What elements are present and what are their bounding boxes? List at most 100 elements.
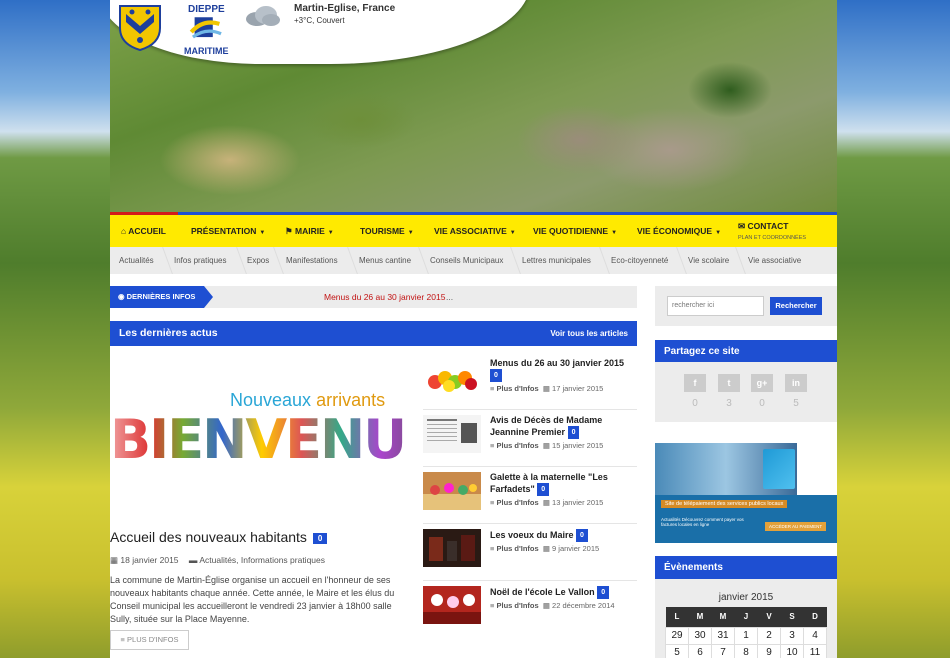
calendar-day[interactable]: 8 [734, 643, 758, 658]
ad-subtitle: Actualités Découvrez comment payer vos f… [661, 517, 744, 527]
nav-item-vie-economique[interactable]: VIE ÉCONOMIQUE ▼ [637, 215, 721, 247]
commune-crest-logo[interactable] [118, 4, 162, 52]
calendar-day[interactable]: 1 [734, 626, 758, 645]
subnav-item-menus-cantine[interactable]: Menus cantine [359, 247, 411, 274]
calendar-day[interactable]: 7 [711, 643, 735, 658]
share-heading: Partagez ce site [655, 340, 837, 363]
calendar-day-header: M [688, 607, 712, 627]
google-plus-count: 0 [759, 398, 765, 409]
list-icon: ≡ [490, 544, 495, 553]
see-all-articles-link[interactable]: Voir tous les articles [550, 321, 628, 346]
subnav-item-manifestations[interactable]: Manifestations [286, 247, 338, 274]
calendar-day-header: S [780, 607, 804, 627]
list-item-meta: ≡ Plus d'Infos ▦ 13 janvier 2015 [490, 498, 603, 507]
list-item[interactable]: Les voeux du Maire 0 ≡ Plus d'Infos ▦ 9 … [423, 529, 637, 581]
feature-title[interactable]: Accueil des nouveaux habitants 0 [110, 529, 328, 545]
more-info-link[interactable]: Plus d'Infos [496, 384, 538, 393]
calendar-day-header: M [711, 607, 735, 627]
chevron-down-icon: ▼ [611, 230, 618, 236]
events-calendar: janvier 2015 L M M J V S D 29 30 31 1 2 … [655, 579, 837, 658]
fruits-thumbnail [423, 358, 481, 396]
subnav-item-eco-citoyennete[interactable]: Eco-citoyenneté [611, 247, 668, 274]
payment-ad-banner[interactable]: Site de télépaiement des services public… [655, 443, 837, 543]
nav-item-vie-quotidienne[interactable]: VIE QUOTIDIENNE ▼ [533, 215, 617, 247]
subnav-item-infos-pratiques[interactable]: Infos pratiques [174, 247, 226, 274]
logo-dieppe-top: DIEPPE [188, 4, 225, 15]
feature-categories[interactable]: Actualités, Informations pratiques [199, 555, 325, 565]
comment-count-badge: 0 [576, 529, 588, 542]
subnav-divider [155, 247, 173, 274]
nav-item-presentation[interactable]: PRÉSENTATION ▼ [191, 215, 265, 247]
nav-item-accueil[interactable]: ⌂ ACCUEIL [121, 215, 166, 247]
search-button[interactable]: Rechercher [770, 297, 822, 315]
subnav-item-vie-scolaire[interactable]: Vie scolaire [688, 247, 729, 274]
feature-meta: ▦ 18 janvier 2015 ▬ Actualités, Informat… [110, 555, 325, 566]
nav-item-vie-associative[interactable]: VIE ASSOCIATIVE ▼ [434, 215, 516, 247]
ticker-link[interactable]: Menus du 26 au 30 janvier 2015 [324, 286, 445, 308]
feature-more-button[interactable]: ≡ PLUS D'INFOS [110, 630, 189, 650]
calendar-icon: ▦ [542, 498, 550, 507]
nav-item-label: PRÉSENTATION [191, 226, 257, 236]
ticker-label-text: DERNIÈRES INFOS [126, 292, 196, 301]
dieppe-maritime-logo[interactable]: DIEPPE MARITIME [184, 2, 230, 58]
calendar-day[interactable]: 6 [688, 643, 712, 658]
calendar-day[interactable]: 4 [803, 626, 827, 645]
subnav-item-expos[interactable]: Expos [247, 247, 269, 274]
calendar-day[interactable]: 9 [757, 643, 781, 658]
more-info-link[interactable]: Plus d'Infos [496, 441, 538, 450]
sub-nav: Actualités Infos pratiques Expos Manifes… [110, 247, 837, 274]
google-plus-icon[interactable]: g+ [751, 374, 773, 392]
nav-item-label: VIE ÉCONOMIQUE [637, 226, 713, 236]
feature-title-text: Accueil des nouveaux habitants [110, 529, 307, 545]
more-info-link[interactable]: Plus d'Infos [496, 601, 538, 610]
folder-icon: ▬ [188, 555, 198, 565]
calendar-day[interactable]: 29 [665, 626, 689, 645]
ad-access-button[interactable]: ACCÉDER AU PAIEMENT [765, 522, 827, 531]
subnav-item-conseils-municipaux[interactable]: Conseils Municipaux [430, 247, 503, 274]
search-input[interactable]: rechercher ici [667, 296, 764, 316]
twitter-count: 3 [726, 398, 732, 409]
list-icon: ≡ [120, 635, 125, 644]
linkedin-icon[interactable]: in [785, 374, 807, 392]
list-item-title-text: Avis de Décès de Madame Jeannine Premier [490, 415, 603, 437]
calendar-icon: ▦ [110, 555, 119, 565]
twitter-icon[interactable]: t [718, 374, 740, 392]
feature-image-caption-a: Nouveaux [230, 390, 312, 410]
more-info-link[interactable]: Plus d'Infos [496, 544, 538, 553]
subnav-divider [592, 247, 610, 274]
list-icon: ≡ [490, 498, 495, 507]
calendar-day[interactable]: 11 [803, 643, 827, 658]
nav-item-tourisme[interactable]: TOURISME ▼ [360, 215, 414, 247]
subnav-divider [503, 247, 521, 274]
calendar-day[interactable]: 3 [780, 626, 804, 645]
calendar-day[interactable]: 5 [665, 643, 689, 658]
list-item[interactable]: Menus du 26 au 30 janvier 2015 0 ≡ Plus d… [423, 358, 637, 410]
classroom-thumbnail [423, 472, 481, 510]
location-weather: +3°C, Couvert [294, 16, 345, 25]
facebook-icon[interactable]: f [684, 374, 706, 392]
nav-item-contact[interactable]: ✉ CONTACT [738, 221, 788, 232]
list-item-meta: ≡ Plus d'Infos ▦ 22 décembre 2014 [490, 601, 615, 610]
calendar-day[interactable]: 31 [711, 626, 735, 645]
list-item[interactable]: Galette à la maternelle "Les Farfadets" … [423, 472, 637, 524]
calendar-day[interactable]: 2 [757, 626, 781, 645]
list-item-title-text: Les voeux du Maire [490, 529, 574, 540]
subnav-item-actualites[interactable]: Actualités [119, 247, 154, 274]
share-box: f 0 t 3 g+ 0 in 5 [655, 362, 837, 422]
calendar-day[interactable]: 30 [688, 626, 712, 645]
list-item[interactable]: Avis de Décès de Madame Jeannine Premier… [423, 415, 637, 467]
list-item[interactable]: Noël de l'école Le Vallon 0 ≡ Plus d'Inf… [423, 586, 637, 638]
list-item-title: Menus du 26 au 30 janvier 2015 0 [490, 358, 637, 382]
calendar-icon: ▦ [542, 601, 550, 610]
feature-image[interactable]: Nouveaux arrivants BIENVENUE [110, 360, 407, 490]
list-item-meta: ≡ Plus d'Infos ▦ 17 janvier 2015 [490, 384, 603, 393]
subnav-item-vie-associative[interactable]: Vie associative [748, 247, 801, 274]
calendar-day[interactable]: 10 [780, 643, 804, 658]
feature-image-caption-b: arrivants [316, 390, 386, 410]
more-info-link[interactable]: Plus d'Infos [496, 498, 538, 507]
nav-item-mairie[interactable]: ⚑ MAIRIE ▼ [285, 215, 334, 247]
list-item-date: 9 janvier 2015 [552, 544, 600, 553]
list-item-title: Noël de l'école Le Vallon 0 [490, 586, 637, 599]
feature-image-word: BIENVENUE [110, 408, 407, 471]
subnav-item-lettres-municipales[interactable]: Lettres municipales [522, 247, 591, 274]
